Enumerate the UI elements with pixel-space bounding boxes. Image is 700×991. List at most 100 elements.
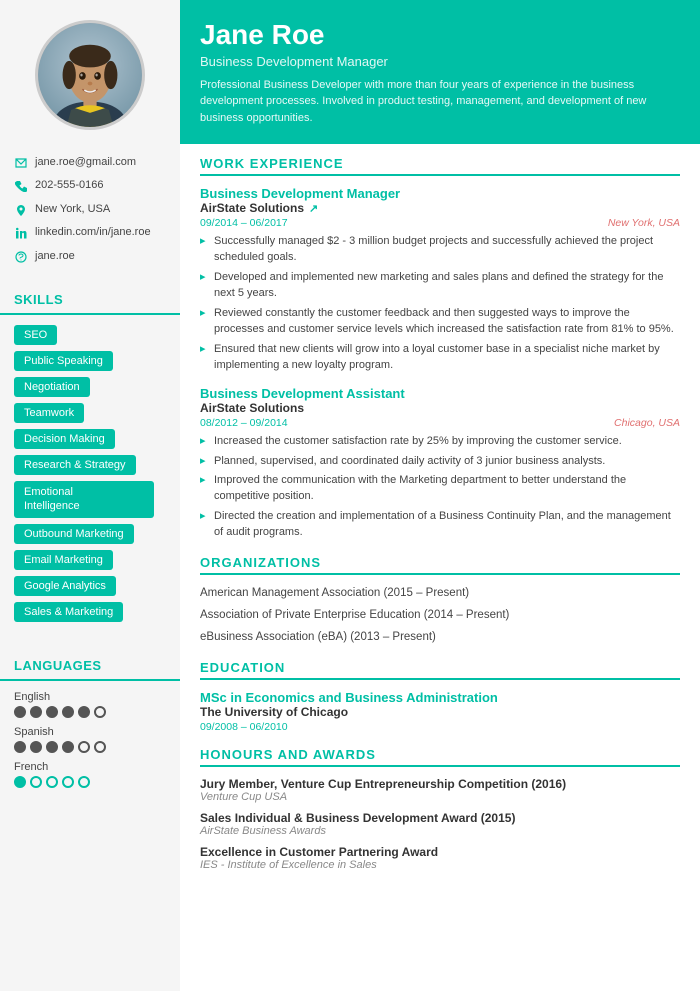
skills-container: SEO Public Speaking Negotiation Teamwork… (0, 325, 180, 634)
french-label: French (14, 761, 166, 773)
organizations-section: ORGANIZATIONS American Management Associ… (200, 555, 680, 645)
job-1: Business Development Manager AirState So… (200, 186, 680, 374)
dot (78, 776, 90, 788)
skill-decision-making: Decision Making (14, 429, 115, 449)
language-english: English (14, 691, 166, 718)
org-3: eBusiness Association (eBA) (2013 – Pres… (200, 629, 680, 645)
skill-research-strategy: Research & Strategy (14, 455, 136, 475)
bullet: Increased the customer satisfaction rate… (200, 434, 680, 450)
award-3: Excellence in Customer Partnering Award … (200, 845, 680, 871)
bullet: Developed and implemented new marketing … (200, 270, 680, 302)
language-spanish: Spanish (14, 726, 166, 753)
bullet: Reviewed constantly the customer feedbac… (200, 306, 680, 338)
job-2: Business Development Assistant AirState … (200, 386, 680, 542)
dot (30, 741, 42, 753)
languages-section: LANGUAGES English Spanish (0, 648, 180, 788)
header-banner: Jane Roe Business Development Manager Pr… (180, 0, 700, 144)
education-title: EDUCATION (200, 660, 680, 680)
skills-section: SKILLS SEO Public Speaking Negotiation T… (0, 282, 180, 634)
award-3-title: Excellence in Customer Partnering Award (200, 845, 680, 859)
organizations-title: ORGANIZATIONS (200, 555, 680, 575)
job-1-link-icon: ↗ (309, 202, 318, 215)
dot (14, 776, 26, 788)
avatar (35, 20, 145, 130)
dot (94, 741, 106, 753)
skill-seo: SEO (14, 325, 57, 345)
job-2-bullets: Increased the customer satisfaction rate… (200, 434, 680, 542)
dot (14, 741, 26, 753)
skills-title: SKILLS (0, 282, 180, 315)
avatar-container (0, 0, 180, 145)
edu-degree: MSc in Economics and Business Administra… (200, 690, 680, 705)
skill-sales-marketing: Sales & Marketing (14, 602, 123, 622)
contact-phone: 202-555-0166 (14, 178, 166, 193)
bullet: Successfully managed $2 - 3 million budg… (200, 234, 680, 266)
award-1-source: Venture Cup USA (200, 791, 680, 803)
award-2: Sales Individual & Business Development … (200, 811, 680, 837)
location-text: New York, USA (35, 202, 110, 217)
dot (78, 706, 90, 718)
dot (46, 741, 58, 753)
skill-emotional-intelligence: EmotionalIntelligence (14, 481, 154, 518)
dot (62, 741, 74, 753)
job-2-location: Chicago, USA (614, 417, 680, 429)
contact-linkedin: linkedin.com/in/jane.roe (14, 225, 166, 240)
bullet: Directed the creation and implementation… (200, 509, 680, 541)
job-1-dates: 09/2014 – 06/2017 (200, 217, 288, 229)
dot (62, 776, 74, 788)
dot (30, 706, 42, 718)
skill-google-analytics: Google Analytics (14, 576, 116, 596)
header-name: Jane Roe (200, 18, 680, 52)
org-2: Association of Private Enterprise Educat… (200, 607, 680, 623)
award-2-source: AirState Business Awards (200, 825, 680, 837)
linkedin-icon (14, 226, 28, 240)
skill-public-speaking: Public Speaking (14, 351, 113, 371)
dot (78, 741, 90, 753)
dot (14, 706, 26, 718)
header-summary: Professional Business Developer with mor… (200, 77, 680, 127)
job-1-meta: 09/2014 – 06/2017 New York, USA (200, 217, 680, 229)
resume-container: jane.roe@gmail.com 202-555-0166 New York… (0, 0, 700, 991)
header-title: Business Development Manager (200, 54, 680, 69)
skill-negotiation: Negotiation (14, 377, 90, 397)
spanish-dots (14, 741, 166, 753)
honours-title: HONOURS AND AWARDS (200, 747, 680, 767)
phone-text: 202-555-0166 (35, 178, 104, 193)
languages-title: LANGUAGES (0, 648, 180, 681)
dot (46, 706, 58, 718)
honours-section: HONOURS AND AWARDS Jury Member, Venture … (200, 747, 680, 871)
award-3-source: IES - Institute of Excellence in Sales (200, 859, 680, 871)
skill-email-marketing: Email Marketing (14, 550, 113, 570)
linkedin-text: linkedin.com/in/jane.roe (35, 225, 151, 240)
edu-school: The University of Chicago (200, 705, 680, 719)
main-content: Jane Roe Business Development Manager Pr… (180, 0, 700, 991)
award-1-title: Jury Member, Venture Cup Entrepreneurshi… (200, 777, 680, 791)
job-1-company: AirState Solutions ↗ (200, 201, 680, 215)
language-french: French (14, 761, 166, 788)
skill-outbound-marketing: Outbound Marketing (14, 524, 134, 544)
job-1-bullets: Successfully managed $2 - 3 million budg… (200, 234, 680, 374)
bullet: Planned, supervised, and coordinated dai… (200, 454, 680, 470)
education-section: EDUCATION MSc in Economics and Business … (200, 660, 680, 733)
award-2-title: Sales Individual & Business Development … (200, 811, 680, 825)
work-experience-section: WORK EXPERIENCE Business Development Man… (200, 156, 680, 541)
skill-teamwork: Teamwork (14, 403, 84, 423)
job-2-meta: 08/2012 – 09/2014 Chicago, USA (200, 417, 680, 429)
job-2-company: AirState Solutions (200, 401, 680, 415)
contact-skype: jane.roe (14, 249, 166, 264)
skype-icon (14, 250, 28, 264)
contact-location: New York, USA (14, 202, 166, 217)
spanish-label: Spanish (14, 726, 166, 738)
dot (46, 776, 58, 788)
work-experience-title: WORK EXPERIENCE (200, 156, 680, 176)
phone-icon (14, 179, 28, 193)
english-dots (14, 706, 166, 718)
job-2-dates: 08/2012 – 09/2014 (200, 417, 288, 429)
languages-container: English Spanish (0, 691, 180, 788)
bullet: Ensured that new clients will grow into … (200, 342, 680, 374)
org-1: American Management Association (2015 – … (200, 585, 680, 601)
job-1-title: Business Development Manager (200, 186, 680, 201)
dot (94, 706, 106, 718)
contact-email: jane.roe@gmail.com (14, 155, 166, 170)
job-1-location: New York, USA (608, 217, 680, 229)
